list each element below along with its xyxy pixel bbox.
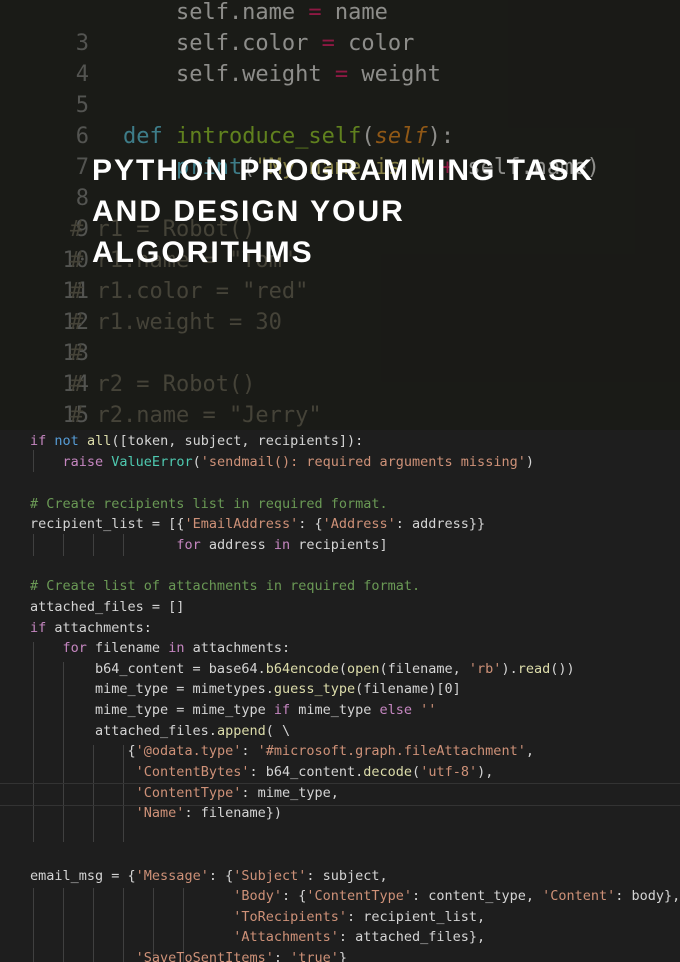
code-line: 'Attachments': attached_files}, — [233, 929, 486, 945]
line-number: 9 — [75, 217, 89, 242]
code-line-14: 14 # — [0, 338, 89, 397]
headline-line-1: PYTHON PROGRAMMING TASK — [92, 154, 595, 187]
code-line: if not all([token, subject, recipients])… — [30, 433, 364, 449]
code-line: # Create list of attachments in required… — [30, 578, 421, 594]
code-line: for filename in attachments: — [62, 640, 291, 656]
code-text: # r1.color = "red" — [70, 279, 309, 304]
code-line: 'SaveToSentItems': 'true'} — [135, 950, 348, 962]
code-text: def introduce_self(self): — [122, 124, 455, 149]
code-line-4: 4 self.color = color — [0, 28, 415, 87]
code-line: attached_files.append( \ — [30, 723, 291, 739]
code-text: # r1.weight = 30 — [70, 310, 282, 335]
code-text: self.name = name — [70, 0, 388, 25]
code-line-12: 12 # r1.color = "red" — [0, 276, 308, 335]
code-line-3: 3 self.name = name — [0, 0, 388, 56]
line-number: 8 — [75, 186, 89, 211]
code-line: if attachments: — [30, 620, 152, 636]
code-line-5: 5 self.weight = weight — [0, 59, 441, 118]
headline-line-2: AND DESIGN YOUR — [92, 195, 405, 228]
code-line: 'Body': {'ContentType': content_type, 'C… — [233, 888, 680, 904]
line-number: 13 — [62, 341, 89, 366]
code-line: recipient_list = [{'EmailAddress': {'Add… — [30, 516, 486, 532]
headline-title: PYTHON PROGRAMMING TASK AND DESIGN YOUR … — [92, 150, 672, 273]
code-line-7: 7 def introduce_self(self): — [0, 121, 454, 180]
code-line: 'ToRecipients': recipient_list, — [233, 909, 486, 925]
headline-line-3: ALGORITHMS — [92, 236, 314, 269]
code-line-16: 16 # r2.name = "Jerry" — [0, 400, 322, 430]
line-number: 10 — [62, 248, 89, 273]
bottom-code-editor-image: if not all([token, subject, recipients])… — [0, 430, 680, 962]
code-line: for address in recipients] — [176, 537, 388, 553]
code-line: mime_type = mimetypes.guess_type(filenam… — [30, 681, 461, 697]
code-line: # Create recipients list in required for… — [30, 496, 388, 512]
line-number: 6 — [75, 124, 89, 149]
code-text: self.color = color — [70, 31, 415, 56]
line-number: 12 — [62, 310, 89, 335]
line-number: 5 — [75, 93, 89, 118]
code-line: 'ContentBytes': b64_content.decode('utf-… — [135, 764, 494, 780]
code-line-15: 15 # r2 = Robot() — [0, 369, 255, 428]
code-line: attached_files = [] — [30, 599, 185, 615]
code-text: # r2 = Robot() — [70, 372, 256, 397]
code-text: self.weight = weight — [70, 62, 441, 87]
line-number: 14 — [62, 372, 89, 397]
code-line: b64_content = base64.b64encode(open(file… — [30, 661, 575, 677]
line-number: 11 — [62, 279, 89, 304]
code-line: {'@odata.type': '#microsoft.graph.fileAt… — [30, 743, 534, 759]
line-number: 4 — [75, 62, 89, 87]
code-line: 'Name': filename}) — [135, 805, 282, 821]
line-number: 7 — [75, 155, 89, 180]
line-number: 3 — [75, 31, 89, 56]
line-number: 15 — [62, 403, 89, 428]
code-line: 'ContentType': mime_type, — [135, 785, 339, 801]
code-text: # r2.name = "Jerry" — [70, 403, 322, 428]
code-line-8: 8 print("My name is " + self.name) — [0, 152, 600, 211]
code-line-6: 6 — [0, 90, 89, 149]
code-line: email_msg = {'Message': {'Subject': subj… — [30, 868, 388, 884]
code-line: mime_type = mime_type if mime_type else … — [30, 702, 437, 718]
code-line-10: 10 # r1 = Robot() — [0, 214, 255, 273]
code-line-11: 11 # r1.name = "Tom" — [0, 245, 295, 304]
code-line-9: 9 — [0, 183, 89, 242]
code-line-13: 13 # r1.weight = 30 — [0, 307, 281, 366]
code-text: # — [70, 341, 84, 366]
code-line: raise ValueError('sendmail(): required a… — [62, 454, 534, 470]
